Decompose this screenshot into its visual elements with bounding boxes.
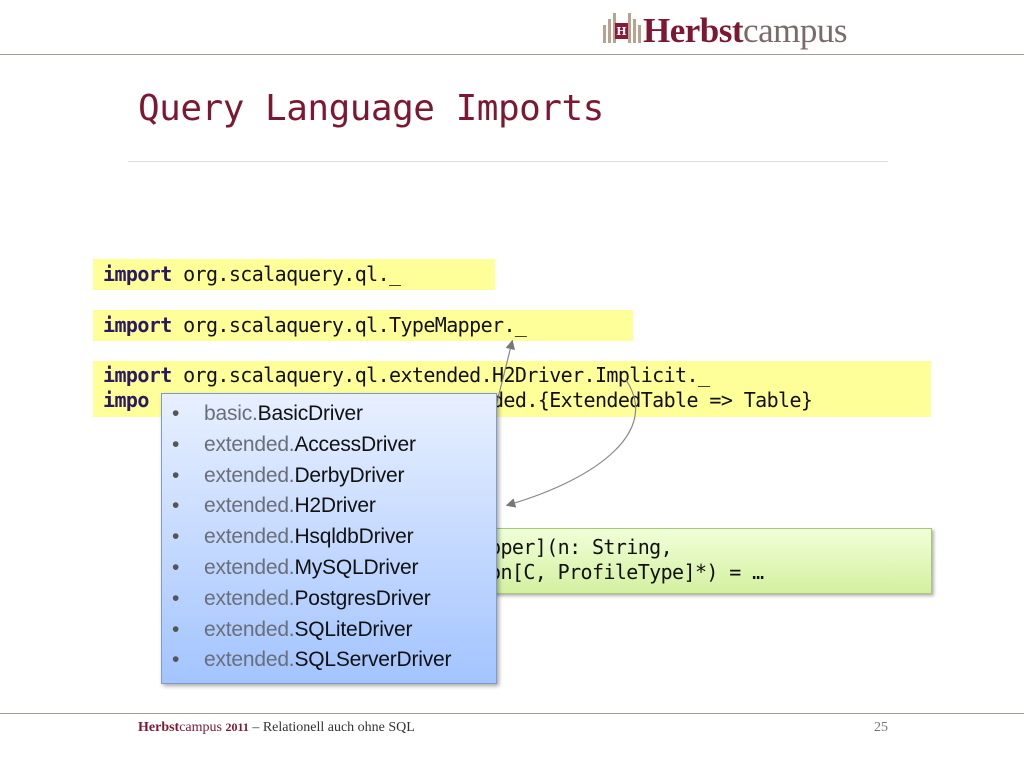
- driver-name: SQLServerDriver: [294, 648, 452, 672]
- driver-package: extended.: [204, 494, 295, 518]
- footer-divider: [0, 713, 1024, 714]
- driver-item: extended.HsqldbDriver: [162, 522, 496, 553]
- driver-item: extended.SQLiteDriver: [162, 615, 496, 646]
- driver-name: PostgresDriver: [294, 586, 431, 610]
- driver-item: extended.DerbyDriver: [162, 461, 496, 492]
- driver-package: extended.: [204, 525, 295, 549]
- footer-caption: Herbstcampus 2011 – Relationell auch ohn…: [138, 720, 415, 736]
- driver-package: extended.: [204, 648, 295, 672]
- driver-name: H2Driver: [294, 494, 376, 518]
- driver-name: HsqldbDriver: [294, 525, 414, 549]
- footer-subtitle: – Relationell auch ohne SQL: [248, 720, 415, 735]
- driver-item: extended.AccessDriver: [162, 430, 496, 461]
- driver-item: extended.SQLServerDriver: [162, 645, 496, 676]
- footer-year: 2011: [225, 720, 249, 734]
- driver-package: extended.: [204, 586, 295, 610]
- driver-name: AccessDriver: [294, 432, 416, 456]
- driver-package: extended.: [204, 463, 295, 487]
- driver-item: extended.PostgresDriver: [162, 584, 496, 615]
- page-number: 25: [874, 720, 888, 735]
- driver-package: extended.: [204, 555, 295, 579]
- driver-package: extended.: [204, 432, 295, 456]
- driver-list-popup: basic.BasicDriver extended.AccessDriver …: [161, 393, 497, 684]
- driver-name: MySQLDriver: [294, 555, 419, 579]
- driver-package: basic.: [204, 402, 258, 425]
- footer-brand-strong: Herbst: [138, 720, 180, 735]
- driver-item: extended.MySQLDriver: [162, 553, 496, 584]
- driver-name: BasicDriver: [257, 402, 363, 425]
- driver-name: DerbyDriver: [294, 463, 405, 487]
- annotation-arrows: [469, 339, 637, 529]
- arrow-to-h2driver: [505, 379, 637, 508]
- footer-brand-light: campus: [179, 720, 222, 735]
- driver-item: basic.BasicDriver: [162, 399, 496, 430]
- driver-name: SQLiteDriver: [294, 617, 413, 641]
- driver-item: extended.H2Driver: [162, 491, 496, 522]
- driver-package: extended.: [204, 617, 295, 641]
